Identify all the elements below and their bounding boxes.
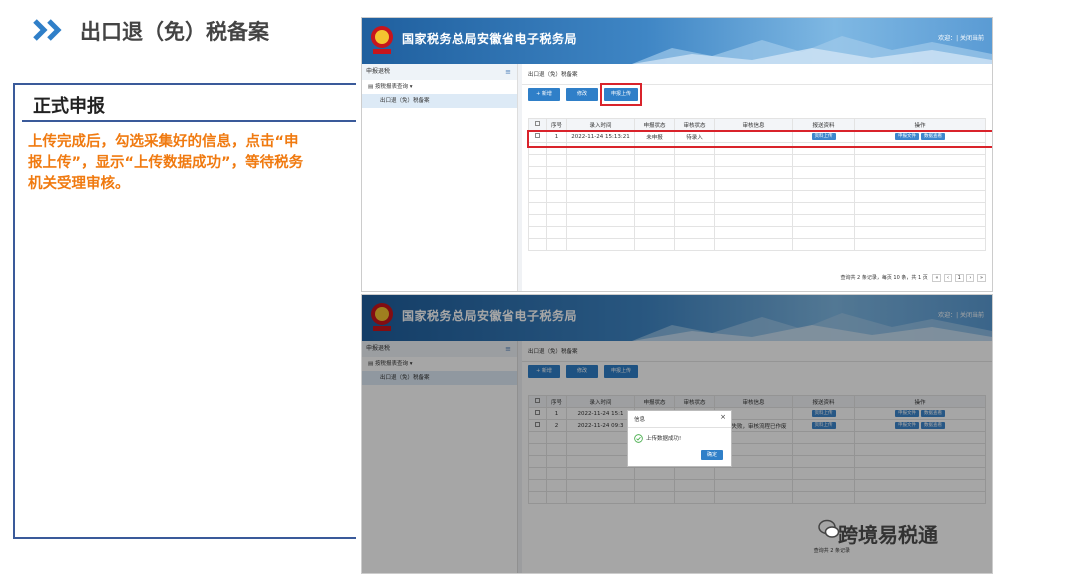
description-text: 上传完成后，勾选采集好的信息，点击“申报上传”，显示“上传数据成功”，等待税务机… [28, 134, 304, 192]
page-number[interactable]: 1 [954, 274, 964, 282]
table-row [528, 154, 986, 167]
welcome-link[interactable]: 欢迎：| 关闭当前 [938, 33, 984, 42]
table-row [528, 166, 986, 179]
add-button[interactable]: + 新增 [528, 88, 560, 101]
wechat-icon [818, 519, 840, 538]
table-row [528, 238, 986, 251]
select-all-checkbox[interactable] [528, 118, 547, 131]
table-header-row: 序号 录入时间 申报状态 审核状态 审核信息 报送资料 操作 [528, 118, 986, 131]
menu-icon[interactable]: ≡ [505, 64, 511, 80]
portal-banner: 国家税务总局安徽省电子税务局 欢迎：| 关闭当前 [362, 18, 992, 64]
portal-screenshot-upload: 国家税务总局安徽省电子税务局 欢迎：| 关闭当前 申报退税 ≡ ▤ 按税报表查询 … [361, 17, 993, 292]
next-page-button[interactable]: › [966, 274, 975, 282]
sidebar-item-export-filing[interactable]: 出口退（免）税备案 [362, 94, 517, 108]
success-dialog: 信息 × 上传数据成功! 确定 [627, 410, 732, 467]
sidebar-item-label: 按税报表查询 ▾ [374, 84, 413, 90]
pager-summary: 查询共 2 条记录，每页 10 条，共 1 页 [840, 275, 928, 281]
portal-title: 国家税务总局安徽省电子税务局 [402, 32, 578, 46]
row-highlight [527, 130, 992, 148]
sidebar-item-query[interactable]: ▤ 按税报表查询 ▾ [362, 80, 517, 94]
document-icon: ▤ [368, 84, 375, 90]
table-row [528, 214, 986, 227]
slide: 出口退（免）税备案 正式申报 上传完成后，勾选采集好的信息，点击“申报上传”，显… [0, 0, 1080, 586]
table-row [528, 202, 986, 215]
col-header: 序号 [546, 118, 567, 131]
upload-button-highlight [600, 83, 642, 106]
col-header: 操作 [854, 118, 986, 131]
dialog-body: 上传数据成功! [628, 428, 731, 449]
dialog-message: 上传数据成功! [646, 436, 682, 442]
table-row [528, 226, 986, 239]
slide-title: 出口退（免）税备案 [80, 20, 269, 44]
table-row [528, 190, 986, 203]
heading-underline [22, 120, 356, 122]
main-content: 出口退（免）税备案 + 新增 修改 申报上传 序号 录入时间 申报状态 审核状态… [522, 64, 992, 291]
check-circle-icon [634, 434, 643, 443]
col-header: 审核状态 [674, 118, 715, 131]
section-heading: 正式申报 [33, 96, 105, 117]
sidebar-heading: 申报退税 ≡ [362, 64, 517, 80]
breadcrumb: 出口退（免）税备案 [522, 64, 992, 85]
chevron-double-right-icon [33, 19, 62, 41]
sidebar: 申报退税 ≡ ▤ 按税报表查询 ▾ 出口退（免）税备案 [362, 64, 518, 291]
col-header: 审核信息 [714, 118, 793, 131]
col-header: 录入时间 [566, 118, 635, 131]
close-icon[interactable]: × [720, 413, 726, 421]
sidebar-heading-label: 申报退税 [366, 68, 391, 75]
col-header: 申报状态 [634, 118, 675, 131]
emblem-icon [371, 26, 393, 54]
dialog-title: 信息 × [628, 411, 731, 428]
col-header: 报送资料 [792, 118, 855, 131]
ok-button[interactable]: 确定 [701, 450, 723, 460]
dialog-title-label: 信息 [634, 417, 646, 423]
edit-button[interactable]: 修改 [566, 88, 598, 101]
table-row [528, 178, 986, 191]
prev-page-button[interactable]: ‹ [943, 274, 952, 282]
first-page-button[interactable]: « [932, 274, 942, 282]
pagination: 查询共 2 条记录，每页 10 条，共 1 页 « ‹ 1 › » [837, 274, 986, 282]
watermark: 跨境易税通 [838, 523, 938, 547]
last-page-button[interactable]: » [976, 274, 986, 282]
